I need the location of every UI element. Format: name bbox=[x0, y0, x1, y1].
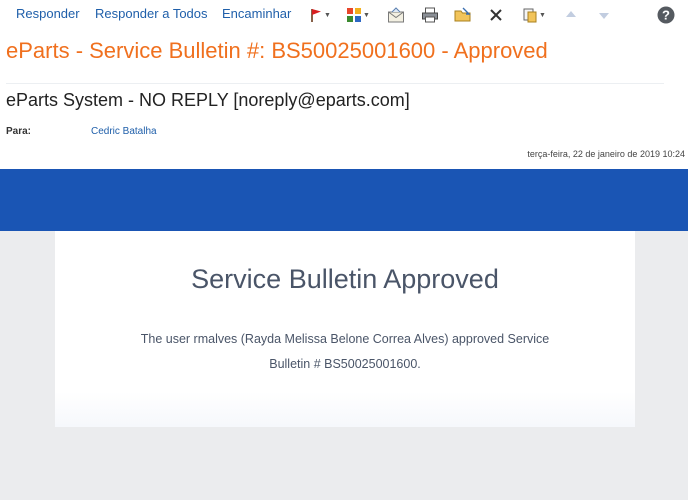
email-subject: eParts - Service Bulletin #: BS500250016… bbox=[6, 38, 548, 63]
help-icon: ? bbox=[657, 6, 675, 24]
chevron-down-icon: ▼ bbox=[363, 11, 370, 19]
chevron-down-icon: ▼ bbox=[324, 11, 331, 19]
message-header-banner bbox=[0, 169, 688, 231]
email-sender: eParts System - NO REPLY [noreply@eparts… bbox=[6, 90, 410, 110]
previous-item-button[interactable] bbox=[564, 5, 578, 25]
forward-button[interactable]: Encaminhar bbox=[222, 6, 291, 21]
print-button[interactable] bbox=[421, 5, 439, 25]
message-body: The user rmalves (Rayda Melissa Belone C… bbox=[140, 332, 550, 371]
move-to-folder-button[interactable] bbox=[454, 5, 472, 25]
toolbar: Responder Responder a Todos Encaminhar ▼… bbox=[0, 0, 688, 30]
delete-button[interactable] bbox=[488, 5, 504, 25]
mark-unread-button[interactable] bbox=[387, 5, 405, 25]
to-label: Para: bbox=[6, 126, 32, 137]
reply-button[interactable]: Responder bbox=[16, 6, 80, 21]
message-card: Service Bulletin Approved The user rmalv… bbox=[55, 231, 635, 427]
previous-arrow-icon bbox=[566, 11, 576, 17]
next-arrow-icon bbox=[599, 13, 609, 19]
categories-icon bbox=[347, 8, 361, 22]
email-date: terça-feira, 22 de janeiro de 2019 10:24 bbox=[527, 149, 685, 159]
copy-icon bbox=[523, 8, 537, 23]
header-divider bbox=[6, 83, 664, 84]
recipient-link[interactable]: Cedric Batalha bbox=[91, 126, 157, 137]
help-button[interactable]: ? bbox=[657, 5, 675, 25]
copy-to-folder-button[interactable]: ▼ bbox=[522, 5, 546, 25]
mark-unread-icon bbox=[388, 7, 404, 23]
message-title: Service Bulletin Approved bbox=[191, 264, 499, 294]
categorize-button[interactable]: ▼ bbox=[346, 5, 370, 25]
chevron-down-icon: ▼ bbox=[539, 11, 546, 19]
svg-text:?: ? bbox=[662, 8, 670, 23]
delete-icon bbox=[490, 9, 502, 21]
flag-icon bbox=[311, 9, 321, 22]
next-item-button[interactable] bbox=[597, 5, 611, 25]
move-folder-icon bbox=[454, 7, 471, 22]
reply-all-button[interactable]: Responder a Todos bbox=[95, 6, 208, 21]
flag-button[interactable]: ▼ bbox=[309, 5, 331, 25]
print-icon bbox=[422, 7, 438, 23]
